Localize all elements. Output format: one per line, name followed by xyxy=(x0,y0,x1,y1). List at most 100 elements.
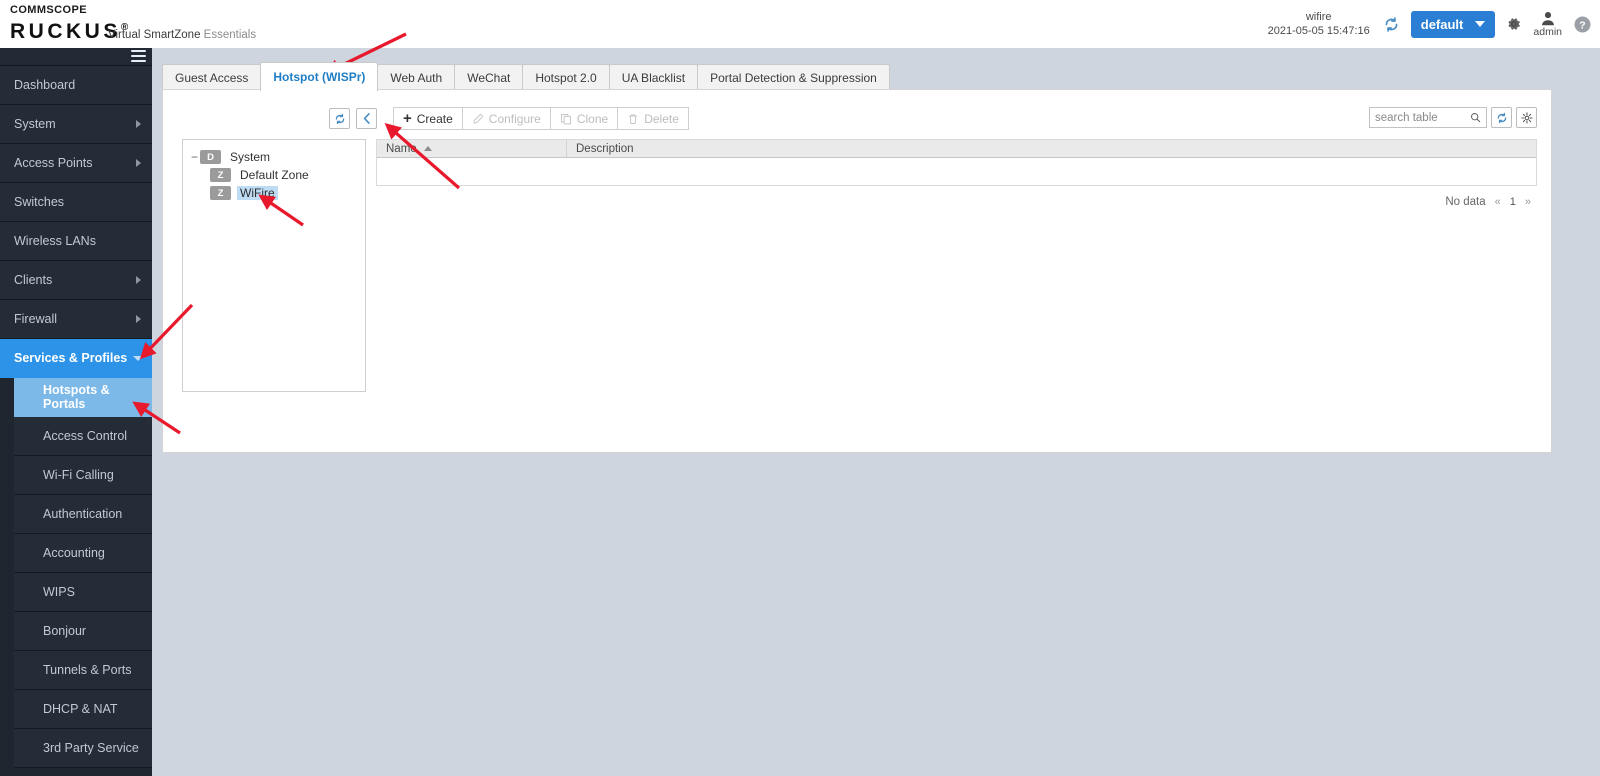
search-input-wrapper[interactable] xyxy=(1369,107,1487,128)
pencil-icon xyxy=(473,113,484,124)
sidebar-sub-items: Hotspots & Portals Access Control Wi-Fi Ca… xyxy=(0,378,152,768)
tree-node-badge: D xyxy=(200,150,221,164)
tree-node-wifire[interactable]: Z WiFire xyxy=(183,184,365,202)
tree-node-label: WiFire xyxy=(237,186,278,200)
chevron-left-icon[interactable] xyxy=(356,108,377,129)
create-button[interactable]: + Create xyxy=(393,107,463,130)
table-body-empty xyxy=(376,158,1537,186)
sidebar-subitem-accounting[interactable]: Accounting xyxy=(14,534,152,573)
product-name-text: Virtual SmartZone xyxy=(108,29,201,41)
copy-icon xyxy=(560,113,571,124)
sidebar-subitem-label: Bonjour xyxy=(43,624,87,638)
configure-button-label: Configure xyxy=(488,111,541,126)
sort-ascending-icon xyxy=(423,146,432,151)
pager-last[interactable]: » xyxy=(1525,196,1531,208)
tree-node-system[interactable]: − D System xyxy=(183,148,365,166)
tab-label: Web Auth xyxy=(390,71,443,85)
tab-web-auth[interactable]: Web Auth xyxy=(377,64,456,91)
sidebar-item-label: System xyxy=(14,117,56,131)
help-icon[interactable]: ? xyxy=(1573,15,1592,34)
table-settings-gear-icon[interactable] xyxy=(1516,107,1537,128)
table-refresh-icon[interactable] xyxy=(1491,107,1512,128)
trash-icon xyxy=(628,113,638,124)
table-search-area xyxy=(1369,107,1537,128)
sidebar-subitem-dhcp-nat[interactable]: DHCP & NAT xyxy=(14,690,152,729)
product-name: Virtual SmartZone Essentials xyxy=(108,29,256,41)
panel-toolbar: + Create Configure Clone Delete xyxy=(329,107,689,130)
tab-label: Portal Detection & Suppression xyxy=(710,71,877,85)
refresh-icon[interactable] xyxy=(329,108,350,129)
sidebar-item-system[interactable]: System xyxy=(0,105,152,144)
sidebar-subitem-label: Tunnels & Ports xyxy=(43,663,132,677)
top-header-bar: COMMSCOPE RUCKUS® Virtual SmartZone Esse… xyxy=(0,0,1600,48)
sidebar-subitem-hotspots-portals[interactable]: Hotspots & Portals xyxy=(14,378,152,417)
sidebar-subitem-label: 3rd Party Service xyxy=(43,741,139,755)
user-menu[interactable]: admin xyxy=(1533,10,1562,38)
domain-selector-button[interactable]: default xyxy=(1410,10,1496,38)
hotspot-wispr-panel: + Create Configure Clone Delete search t… xyxy=(162,89,1552,453)
sidebar-item-label: Dashboard xyxy=(14,78,76,92)
clone-button[interactable]: Clone xyxy=(549,107,619,130)
sidebar-subitem-label: Authentication xyxy=(43,507,123,521)
chevron-right-icon xyxy=(136,276,141,284)
sidebar-item-label: Wireless LANs xyxy=(14,234,96,248)
pager-page-number[interactable]: 1 xyxy=(1510,196,1516,208)
column-header-description-label: Description xyxy=(576,142,634,155)
header-right-controls: wifire 2021-05-05 15:47:16 default admin… xyxy=(1268,0,1592,48)
delete-button[interactable]: Delete xyxy=(617,107,689,130)
tree-expander-icon[interactable]: − xyxy=(189,151,200,163)
application-window: COMMSCOPE RUCKUS® Virtual SmartZone Esse… xyxy=(0,0,1600,776)
zone-tree: − D System Z Default Zone Z WiFire xyxy=(182,139,366,392)
sidebar-item-label: Switches xyxy=(14,195,65,209)
chevron-down-icon xyxy=(133,355,143,361)
sidebar-item-services-profiles[interactable]: Services & Profiles xyxy=(0,339,152,378)
tab-bar: Guest Access Hotspot (WISPr) Web Auth WeCha… xyxy=(162,62,890,91)
sidebar-item-label: Access Points xyxy=(14,156,93,170)
tab-portal-detection-suppression[interactable]: Portal Detection & Suppression xyxy=(697,64,890,91)
pager-first[interactable]: « xyxy=(1495,196,1501,208)
sidebar-subitem-access-control[interactable]: Access Control xyxy=(14,417,152,456)
column-header-description[interactable]: Description xyxy=(567,140,634,157)
sidebar-subitem-tunnels-ports[interactable]: Tunnels & Ports xyxy=(14,651,152,690)
delete-button-label: Delete xyxy=(644,111,679,126)
refresh-icon[interactable] xyxy=(1383,16,1400,33)
tree-node-label: Default Zone xyxy=(240,168,309,182)
tree-node-label: System xyxy=(230,150,271,164)
search-icon xyxy=(1471,113,1481,123)
configure-button[interactable]: Configure xyxy=(461,107,551,130)
sidebar-item-switches[interactable]: Switches xyxy=(0,183,152,222)
sidebar-item-access-points[interactable]: Access Points xyxy=(0,144,152,183)
tab-label: Hotspot (WISPr) xyxy=(273,70,366,84)
sidebar-item-wireless-lans[interactable]: Wireless LANs xyxy=(0,222,152,261)
sidebar-subitem-wi-fi-calling[interactable]: Wi-Fi Calling xyxy=(14,456,152,495)
sidebar-subitem-bonjour[interactable]: Bonjour xyxy=(14,612,152,651)
tab-label: WeChat xyxy=(467,71,511,85)
column-header-name-label: Name xyxy=(386,142,417,155)
sidebar-subitem-3rd-party-service[interactable]: 3rd Party Service xyxy=(14,729,152,768)
sidebar-item-label: Clients xyxy=(14,273,53,287)
tab-guest-access[interactable]: Guest Access xyxy=(162,64,262,91)
search-input[interactable] xyxy=(1375,111,1470,124)
tab-hotspot-wispr[interactable]: Hotspot (WISPr) xyxy=(260,62,379,91)
sidebar-item-dashboard[interactable]: Dashboard xyxy=(0,66,152,105)
sidebar-item-clients[interactable]: Clients xyxy=(0,261,152,300)
sidebar-subitem-wips[interactable]: WIPS xyxy=(14,573,152,612)
username-label: admin xyxy=(1533,26,1562,38)
tree-node-default-zone[interactable]: Z Default Zone xyxy=(183,166,365,184)
column-header-name[interactable]: Name xyxy=(377,140,567,157)
tab-ua-blacklist[interactable]: UA Blacklist xyxy=(608,64,699,91)
chevron-right-icon xyxy=(136,159,141,167)
table-footer: No data « 1 » xyxy=(376,196,1537,208)
sidebar-item-firewall[interactable]: Firewall xyxy=(0,300,152,339)
tenant-and-clock: wifire 2021-05-05 15:47:16 xyxy=(1268,10,1370,38)
create-button-label: Create xyxy=(416,111,453,126)
tab-label: Hotspot 2.0 xyxy=(535,71,597,85)
hamburger-icon[interactable] xyxy=(131,50,146,65)
clone-button-label: Clone xyxy=(576,111,609,126)
tab-hotspot-2-0[interactable]: Hotspot 2.0 xyxy=(522,64,610,91)
chevron-right-icon xyxy=(136,120,141,128)
sidebar-subitem-authentication[interactable]: Authentication xyxy=(14,495,152,534)
svg-text:?: ? xyxy=(1579,20,1585,31)
gear-icon[interactable] xyxy=(1506,16,1522,32)
tab-wechat[interactable]: WeChat xyxy=(454,64,524,91)
